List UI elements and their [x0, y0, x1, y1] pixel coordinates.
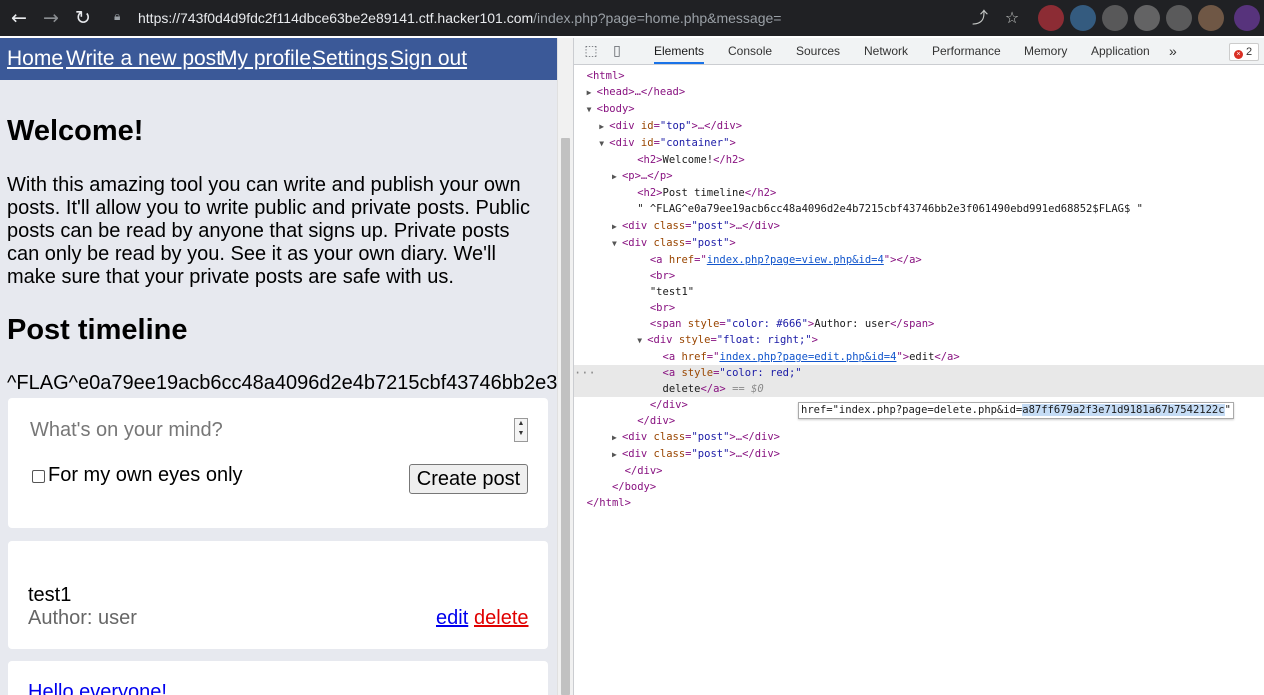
extension-icon[interactable] [1166, 5, 1192, 31]
extension-icon[interactable] [1102, 5, 1128, 31]
post-card: Hello everyone! [8, 661, 548, 695]
textarea-resize-icon[interactable]: ▲ ▼ [514, 418, 528, 442]
dom-node[interactable]: <html> [574, 68, 1264, 84]
dom-node-selected[interactable]: delete</a> == $0 [574, 381, 1264, 397]
flag-text: ^FLAG^e0a79ee19acb6cc48a4096d2e4b7215cbf… [7, 372, 557, 394]
nav-write-post[interactable]: Write a new post [66, 47, 222, 71]
post-edit-link[interactable]: edit [436, 607, 468, 630]
extension-icon[interactable] [1070, 5, 1096, 31]
welcome-heading: Welcome! [7, 115, 144, 147]
post-link[interactable]: Hello everyone! [28, 681, 167, 695]
device-toolbar-icon[interactable]: ▯ [608, 42, 626, 60]
dom-node[interactable]: <a href="index.php?page=edit.php&id=4">e… [574, 349, 1264, 365]
browser-toolbar: ← → ↻ 🔒︎ https://743f0d4d9fdc2f114dbce63… [0, 0, 1264, 36]
dom-node[interactable]: ▶ <head>…</head> [574, 84, 1264, 100]
dom-href-link[interactable]: index.php?page=view.php&id=4 [707, 254, 884, 266]
dom-node[interactable]: ▼ <body> [574, 101, 1264, 117]
dom-node[interactable]: <span style="color: #666">Author: user</… [574, 316, 1264, 332]
expand-arrow-icon[interactable]: ▶ [612, 219, 622, 235]
post-delete-link[interactable]: delete [474, 607, 529, 630]
collapse-arrow-icon[interactable]: ▼ [587, 102, 597, 118]
dom-node[interactable]: ▼ <div style="float: right;"> [574, 332, 1264, 348]
nav-home[interactable]: Home [7, 47, 63, 71]
dom-node[interactable]: <h2>Welcome!</h2> [574, 152, 1264, 168]
tab-application[interactable]: Application [1091, 38, 1150, 64]
extension-icon[interactable] [1134, 5, 1160, 31]
inspect-element-icon[interactable]: ⬚ [582, 42, 600, 60]
tab-memory[interactable]: Memory [1024, 38, 1067, 64]
devtools-panel: ⬚ ▯ Elements Console Sources Network Per… [573, 38, 1264, 695]
expand-arrow-icon[interactable]: ▶ [612, 447, 622, 463]
star-icon[interactable]: ☆ [1001, 6, 1023, 30]
error-icon: × [1234, 50, 1243, 59]
expand-arrow-icon[interactable]: ▶ [599, 119, 609, 135]
nav-sign-out[interactable]: Sign out [390, 47, 467, 71]
dom-node[interactable]: ▶ <p>…</p> [574, 168, 1264, 184]
dom-text-node[interactable]: "test1" [574, 284, 1264, 300]
extension-icon[interactable] [1038, 5, 1064, 31]
dom-node[interactable]: <h2>Post timeline</h2> [574, 185, 1264, 201]
composer-card: What's on your mind? ▲ ▼ For my own eyes … [8, 398, 548, 528]
site-nav: Home Write a new post My profile Setting… [0, 38, 557, 80]
private-checkbox[interactable] [32, 470, 45, 483]
url-host: https://743f0d4d9fdc2f114dbce63be2e89141… [138, 10, 534, 26]
nav-my-profile[interactable]: My profile [220, 47, 311, 71]
dom-node[interactable]: ▼ <div id="container"> [574, 135, 1264, 151]
dom-node[interactable]: ▶ <div class="post">…</div> [574, 446, 1264, 462]
create-post-button[interactable]: Create post [409, 464, 528, 494]
dom-node[interactable]: ▶ <div id="top">…</div> [574, 118, 1264, 134]
tab-performance[interactable]: Performance [932, 38, 1001, 64]
selected-id-text: a87ff679a2f3e71d9181a67b7542122c [1022, 404, 1225, 416]
collapse-arrow-icon[interactable]: ▼ [637, 333, 647, 349]
dom-node[interactable]: </div> [574, 463, 1264, 479]
collapse-arrow-icon[interactable]: ▼ [599, 136, 609, 152]
expand-arrow-icon[interactable]: ▶ [587, 85, 597, 101]
dom-node[interactable]: ▶ <div class="post">…</div> [574, 218, 1264, 234]
tab-network[interactable]: Network [864, 38, 908, 64]
address-bar[interactable]: https://743f0d4d9fdc2f114dbce63be2e89141… [138, 8, 781, 28]
dom-node[interactable]: ▶ <div class="post">…</div> [574, 429, 1264, 445]
url-path: /index.php?page=home.php&message= [533, 10, 782, 26]
dom-text-node[interactable]: " ^FLAG^e0a79ee19acb6cc48a4096d2e4b7215c… [574, 201, 1264, 217]
dom-node-selected[interactable]: ··· <a style="color: red;" [574, 365, 1264, 381]
devtools-toolbar: ⬚ ▯ Elements Console Sources Network Per… [574, 38, 1264, 65]
more-tabs-icon[interactable]: » [1169, 38, 1177, 64]
error-count: 2 [1246, 46, 1253, 58]
attribute-edit-field[interactable]: href="index.php?page=delete.php&id=a87ff… [798, 402, 1234, 419]
intro-paragraph: With this amazing tool you can write and… [7, 174, 530, 288]
dom-node[interactable]: <br> [574, 268, 1264, 284]
tab-elements[interactable]: Elements [654, 38, 705, 64]
timeline-heading: Post timeline [7, 314, 188, 346]
tab-console[interactable]: Console [728, 38, 772, 64]
dom-node[interactable]: </html> [574, 495, 1264, 511]
dom-node[interactable]: ▼ <div class="post"> [574, 235, 1264, 251]
post-textarea[interactable]: What's on your mind? [30, 419, 223, 442]
dom-href-link[interactable]: index.php?page=edit.php&id=4 [719, 351, 896, 363]
expand-arrow-icon[interactable]: ▶ [612, 430, 622, 446]
nav-settings[interactable]: Settings [312, 47, 388, 71]
scrollbar-thumb[interactable] [561, 138, 570, 695]
arrow-left-icon[interactable]: ← [7, 6, 31, 30]
profile-avatar[interactable] [1234, 5, 1260, 31]
post-title: test1 [28, 584, 72, 606]
error-counter[interactable]: × 2 [1229, 43, 1259, 61]
page-scrollbar[interactable] [557, 38, 574, 695]
collapse-arrow-icon[interactable]: ▼ [612, 236, 622, 252]
post-card: test1 Author: user edit delete [8, 541, 548, 649]
reload-icon[interactable]: ↻ [71, 6, 95, 30]
tab-sources[interactable]: Sources [796, 38, 840, 64]
dom-node[interactable]: <br> [574, 300, 1264, 316]
expand-arrow-icon[interactable]: ▶ [612, 169, 622, 185]
dom-node[interactable]: </body> [574, 479, 1264, 495]
arrow-right-icon[interactable]: → [39, 6, 63, 30]
lock-icon[interactable]: 🔒︎ [114, 9, 128, 27]
private-label: For my own eyes only [48, 464, 243, 486]
page-viewport: Home Write a new post My profile Setting… [0, 38, 557, 695]
dom-node[interactable]: <a href="index.php?page=view.php&id=4"><… [574, 252, 1264, 268]
more-options-icon[interactable]: ··· [574, 365, 596, 381]
share-icon[interactable]: ⤴ [969, 6, 991, 30]
extension-icon[interactable] [1198, 5, 1224, 31]
post-author: Author: user [28, 607, 137, 629]
